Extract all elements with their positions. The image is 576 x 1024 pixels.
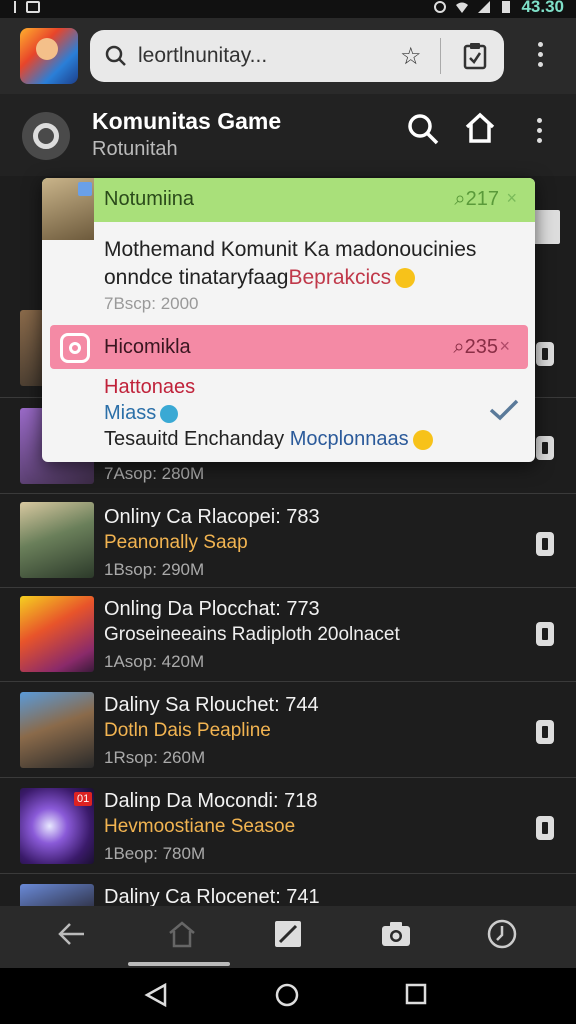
app-header: Komunitas Game Rotunitah xyxy=(0,94,576,176)
camera-icon[interactable] xyxy=(380,918,412,950)
list-item[interactable]: Onliny Ca Rlacopei: 783 Peanonally Saap … xyxy=(0,494,576,588)
checkmark-icon[interactable] xyxy=(488,398,520,422)
status-bar: 43.30 xyxy=(0,0,576,18)
battery-icon xyxy=(502,1,511,13)
thumb-badge: 01 xyxy=(74,792,93,806)
home-icon xyxy=(532,210,560,244)
sim-icon xyxy=(26,1,40,13)
list-item[interactable]: Daliny Sa Rlouchet: 744 Dotln Dais Peapl… xyxy=(0,682,576,778)
page-title: Komunitas Game xyxy=(92,108,282,134)
notification-meta: 7Bscp: 2000 xyxy=(104,294,199,313)
notification-count: ⌕235 xyxy=(453,336,498,358)
search-icon xyxy=(105,45,126,66)
notification-title: Hicomikla xyxy=(104,336,191,358)
site-favicon-avatar[interactable] xyxy=(20,28,78,84)
notification-message: Mothemand Komunit Ka madonoucinies xyxy=(104,238,477,261)
list-item-subtitle: Dotln Dais Peapline xyxy=(104,720,271,741)
notification-popup: Notumiina ⌕217 × Mothemand Komunit Ka ma… xyxy=(42,178,535,462)
status-divider xyxy=(14,1,16,13)
browser-toolbar: leortlnunitay... ☆ xyxy=(0,18,576,94)
active-tab-indicator xyxy=(128,962,230,966)
notification-header[interactable]: Notumiina ⌕217 × xyxy=(42,178,535,222)
list-item-meta: 1Asop: 420M xyxy=(104,652,205,671)
bookmark-icon[interactable] xyxy=(536,816,554,840)
list-item-subtitle: Groseineeains Radiploth 20olnacet xyxy=(104,624,400,645)
bottom-toolbar xyxy=(0,906,576,968)
url-text[interactable]: leortlnunitay... xyxy=(138,44,267,68)
system-nav-bar xyxy=(0,968,576,1024)
home-icon[interactable] xyxy=(464,112,496,144)
bookmark-icon[interactable] xyxy=(536,342,554,366)
notification-message-2: onndce tinataryfaagBeprakcics xyxy=(104,266,416,290)
list-item-meta: 1Beop: 780M xyxy=(104,844,206,863)
list-item[interactable]: Onling Da Plocchat: 773 Groseineeains Ra… xyxy=(0,588,576,682)
smiley-icon xyxy=(412,429,433,450)
alarm-icon xyxy=(434,1,447,13)
star-icon[interactable]: ☆ xyxy=(400,42,422,71)
notification-header[interactable]: Hicomikla ⌕235 × xyxy=(50,325,528,369)
game-thumbnail: 01 xyxy=(20,788,94,864)
bookmark-icon[interactable] xyxy=(536,436,554,460)
bookmark-icon[interactable] xyxy=(536,532,554,556)
overflow-menu-icon[interactable] xyxy=(537,118,543,148)
notification-message-3: Tesauitd Enchanday Mocplonnaas xyxy=(104,428,433,451)
status-time: 43.30 xyxy=(521,0,564,16)
edit-icon[interactable] xyxy=(272,918,304,950)
notification-count: ⌕217 xyxy=(454,188,499,210)
url-bar-divider xyxy=(440,38,441,74)
clipboard-icon[interactable] xyxy=(462,42,488,70)
list-item-subtitle: Hevmoostiane Seasoe xyxy=(104,816,296,837)
list-item-title: Daliny Sa Rlouchet: 744 xyxy=(104,694,319,716)
app-logo xyxy=(22,112,70,160)
info-icon xyxy=(160,404,179,423)
search-icon: ⌕ xyxy=(454,188,466,210)
home-icon[interactable] xyxy=(166,918,198,950)
notification-title: Notumiina xyxy=(104,188,195,210)
clock-icon[interactable] xyxy=(486,918,518,950)
notification-message-2: Miass xyxy=(104,402,179,425)
notification-message: Hattonaes xyxy=(104,376,196,398)
smiley-icon xyxy=(395,268,416,289)
search-icon[interactable] xyxy=(406,112,440,146)
instagram-icon xyxy=(60,333,90,363)
game-thumbnail xyxy=(20,502,94,578)
nav-home-icon[interactable] xyxy=(274,982,300,1008)
page-subtitle: Rotunitah xyxy=(92,138,178,160)
list-item-title: Dalinp Da Mocondi: 718 xyxy=(104,790,318,812)
list-item-meta: 1Rsop: 260M xyxy=(104,748,206,767)
list-item[interactable]: 01 Dalinp Da Mocondi: 718 Hevmoostiane S… xyxy=(0,778,576,874)
game-thumbnail xyxy=(20,692,94,768)
bookmark-icon[interactable] xyxy=(536,622,554,646)
list-item-meta: 7Asop: 280M xyxy=(104,464,205,483)
nav-back-icon[interactable] xyxy=(144,982,168,1008)
nav-recents-icon[interactable] xyxy=(404,982,428,1006)
list-item-meta: 1Bsop: 290M xyxy=(104,560,205,579)
signal-icon xyxy=(478,1,491,13)
back-icon[interactable] xyxy=(56,918,88,950)
search-icon: ⌕ xyxy=(453,336,465,358)
badge-icon xyxy=(78,182,92,196)
list-item-subtitle: Peanonally Saap xyxy=(104,532,248,553)
close-icon[interactable]: × xyxy=(499,336,510,357)
browser-menu-icon[interactable] xyxy=(538,42,544,72)
wifi-icon xyxy=(456,2,469,13)
close-icon[interactable]: × xyxy=(506,188,517,209)
url-bar[interactable]: leortlnunitay... ☆ xyxy=(90,30,504,82)
list-item-title: Onling Da Plocchat: 773 xyxy=(104,598,320,620)
game-thumbnail xyxy=(20,596,94,672)
bookmark-icon[interactable] xyxy=(536,720,554,744)
list-item-title: Onliny Ca Rlacopei: 783 xyxy=(104,506,320,528)
notification-thumbnail xyxy=(42,178,94,240)
